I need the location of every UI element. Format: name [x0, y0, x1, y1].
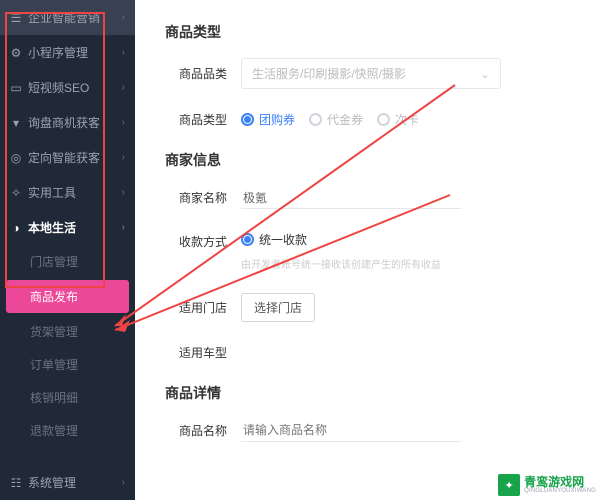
radio-dot-icon	[241, 113, 254, 126]
sub-shelf-mgmt[interactable]: 货架管理	[0, 315, 135, 348]
chevron-right-icon: ›	[122, 152, 125, 163]
section-merchant-info: 商家信息	[165, 150, 572, 170]
chevron-right-icon: ›	[122, 12, 125, 23]
sidebar-item-inquiry[interactable]: ▾询盘商机获客 ›	[0, 105, 135, 140]
sidebar-item-tools[interactable]: ✧实用工具 ›	[0, 175, 135, 210]
chevron-down-icon: ⌄	[480, 67, 490, 81]
row-category: 商品品类 生活服务/印刷摄影/快照/摄影 ⌄	[165, 58, 572, 89]
chevron-right-icon: ›	[122, 187, 125, 198]
sub-product-publish[interactable]: 商品发布	[6, 280, 129, 313]
radio-dot-icon	[377, 113, 390, 126]
sidebar-item-seo[interactable]: ▭短视频SEO ›	[0, 70, 135, 105]
gear-icon: ⚙	[10, 47, 22, 59]
sub-refund-mgmt[interactable]: 退款管理	[0, 414, 135, 447]
chevron-right-icon: ›	[122, 222, 125, 233]
watermark-icon: ✦	[498, 474, 520, 496]
funnel-icon: ▾	[10, 117, 22, 129]
bars-icon: ☰	[10, 12, 22, 24]
sidebar-item-system[interactable]: ☷系统管理 ›	[0, 465, 135, 500]
merchant-name-input[interactable]	[241, 186, 461, 209]
radio-card[interactable]: 次卡	[377, 111, 419, 128]
radio-groupon[interactable]: 团购券	[241, 111, 295, 128]
main-form: 商品类型 商品品类 生活服务/印刷摄影/快照/摄影 ⌄ 商品类型 团购券 代金券…	[135, 0, 602, 500]
section-product-detail: 商品详情	[165, 383, 572, 403]
row-store: 适用门店 选择门店	[165, 293, 572, 322]
target-icon: ◎	[10, 152, 22, 164]
radio-dot-icon	[309, 113, 322, 126]
radio-unified-payment[interactable]: 统一收款	[241, 231, 307, 248]
radio-voucher[interactable]: 代金券	[309, 111, 363, 128]
watermark: ✦ 青鸾游戏网 QINGLUANYOUXIWANG	[498, 474, 596, 496]
row-product-name: 商品名称	[165, 419, 572, 442]
sub-order-mgmt[interactable]: 订单管理	[0, 348, 135, 381]
video-icon: ▭	[10, 82, 22, 94]
sidebar-item-marketing[interactable]: ☰企业智能营销 ›	[0, 0, 135, 35]
section-product-type: 商品类型	[165, 22, 572, 42]
sidebar-item-targeting[interactable]: ◎定向智能获客 ›	[0, 140, 135, 175]
system-icon: ☷	[10, 477, 22, 489]
chevron-right-icon: ›	[122, 477, 125, 488]
chevron-right-icon: ›	[122, 82, 125, 93]
row-merchant-name: 商家名称	[165, 186, 572, 209]
radio-dot-icon	[241, 233, 254, 246]
payment-help-text: 由开发者账号统一接收该创建产生的所有收益	[241, 256, 441, 271]
sub-writeoff-detail[interactable]: 核销明细	[0, 381, 135, 414]
select-store-button[interactable]: 选择门店	[241, 293, 315, 322]
category-select[interactable]: 生活服务/印刷摄影/快照/摄影 ⌄	[241, 58, 501, 89]
sub-store-mgmt[interactable]: 门店管理	[0, 245, 135, 278]
product-name-input[interactable]	[241, 419, 461, 442]
sidebar: ☰企业智能营销 › ⚙小程序管理 › ▭短视频SEO › ▾询盘商机获客 › ◎…	[0, 0, 135, 500]
watermark-en: QINGLUANYOUXIWANG	[524, 488, 596, 494]
chevron-right-icon: ›	[122, 117, 125, 128]
life-icon: ◑	[10, 222, 22, 234]
sidebar-item-miniprogram[interactable]: ⚙小程序管理 ›	[0, 35, 135, 70]
row-payment: 收款方式 统一收款 由开发者账号统一接收该创建产生的所有收益	[165, 231, 572, 271]
row-goods-type: 商品类型 团购券 代金券 次卡	[165, 111, 572, 128]
wrench-icon: ✧	[10, 187, 22, 199]
chevron-right-icon: ›	[122, 47, 125, 58]
sidebar-item-local-life[interactable]: ◑本地生活 ›	[0, 210, 135, 245]
row-car: 适用车型	[165, 344, 572, 361]
watermark-cn: 青鸾游戏网	[524, 476, 596, 488]
